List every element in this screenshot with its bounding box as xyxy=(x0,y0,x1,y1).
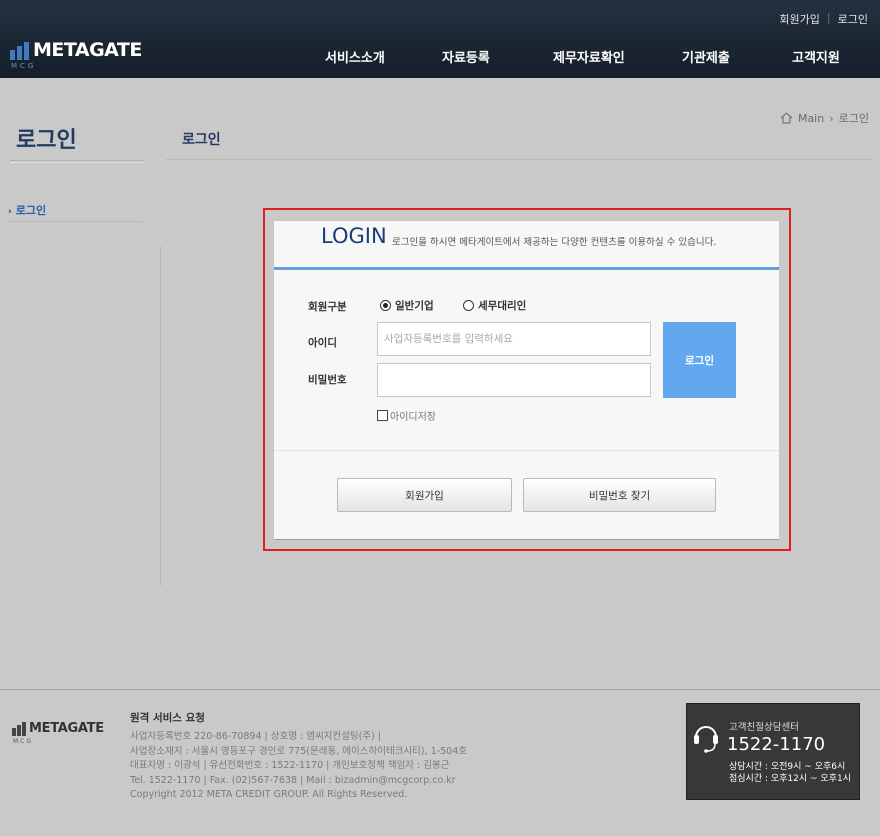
footer-logo-text: METAGATE xyxy=(29,721,104,736)
login-link[interactable]: 로그인 xyxy=(838,11,868,27)
login-button[interactable]: 로그인 xyxy=(663,322,736,398)
radio-checked-icon xyxy=(380,300,391,311)
nav-item-customer-support[interactable]: 고객지원 xyxy=(792,47,840,66)
logo-text: METAGATE xyxy=(33,39,142,61)
company-info-line: 사업장소재지 : 서울시 영등포구 경인로 775(문래동, 에이스하이테크시티… xyxy=(130,745,467,757)
nav-item-agency-submission[interactable]: 기관제출 xyxy=(682,47,730,66)
signup-button[interactable]: 회원가입 xyxy=(337,478,512,512)
chevron-right-icon: › xyxy=(829,111,834,125)
member-type-general-radio[interactable]: 일반기업 xyxy=(380,298,434,313)
nav-item-financial-data-check[interactable]: 제무자료확인 xyxy=(553,47,625,66)
member-type-tax-agent-radio[interactable]: 세무대리인 xyxy=(463,298,526,313)
company-info: 사업자등록번호 220-86-70894 | 상호명 : 엠씨지컨설팅(주) |… xyxy=(130,730,467,803)
copyright: Copyright 2012 META CREDIT GROUP. All Ri… xyxy=(130,789,408,800)
footer-divider xyxy=(0,689,880,690)
chevron-right-icon: › xyxy=(8,207,12,217)
login-panel: LOGIN 로그인을 하시면 메타게이트에서 제공하는 다양한 컨텐츠를 이용하… xyxy=(274,221,779,539)
login-title: LOGIN xyxy=(321,224,387,248)
logo-bars-icon xyxy=(10,42,29,60)
signup-link[interactable]: 회원가입 xyxy=(779,11,819,27)
radio-unchecked-icon xyxy=(463,300,474,311)
footer-logo-subtext: MCG xyxy=(13,738,34,745)
cs-center-phone: 1522-1170 xyxy=(727,734,826,755)
company-info-line: Tel. 1522-1170 | Fax. (02)567-7638 | Mai… xyxy=(130,774,456,786)
customer-service-box: 고객친절상담센터 1522-1170 상담시간 : 오전9시 ~ 오후6시 점심… xyxy=(686,703,860,800)
logo-subtext: MCG xyxy=(11,62,37,70)
footer-logo-bars-icon xyxy=(12,722,26,736)
password-label: 비밀번호 xyxy=(308,374,347,386)
remember-id-checkbox[interactable]: 아이디저장 xyxy=(377,408,436,423)
company-info-line: 대표자명 : 이광석 | 유선전화번호 : 1522-1170 | 개인보호정책… xyxy=(130,760,450,771)
member-type-general-label: 일반기업 xyxy=(395,300,434,312)
id-label: 아이디 xyxy=(308,337,337,349)
login-header: LOGIN 로그인을 하시면 메타게이트에서 제공하는 다양한 컨텐츠를 이용하… xyxy=(274,221,779,270)
headset-icon xyxy=(694,726,718,753)
cs-center-title: 고객친절상담센터 xyxy=(729,722,799,733)
top-links-separator: | xyxy=(826,11,831,24)
footer-logo: METAGATE MCG xyxy=(12,721,104,745)
sidebar-item-login[interactable]: › 로그인 xyxy=(8,202,46,218)
company-info-line: 사업자등록번호 220-86-70894 | 상호명 : 엠씨지컨설팅(주) | xyxy=(130,731,382,742)
nav-item-data-registration[interactable]: 자료등록 xyxy=(442,47,490,66)
remote-service-request-link[interactable]: 원격 서비스 요청 xyxy=(130,710,205,725)
cs-lunch-hours: 점심시간 : 오후12시 ~ 오후1시 xyxy=(729,774,851,784)
home-icon[interactable] xyxy=(780,112,793,124)
page-title: 로그인 xyxy=(182,132,221,148)
sidebar-vertical-divider xyxy=(160,246,161,586)
top-links: 회원가입 | 로그인 xyxy=(779,11,868,27)
sidebar-title: 로그인 xyxy=(16,128,77,153)
main-nav: 서비스소개 자료등록 제무자료확인 기관제출 고객지원 xyxy=(300,47,880,67)
breadcrumb-main[interactable]: Main xyxy=(798,112,824,125)
id-input[interactable] xyxy=(377,322,651,356)
checkbox-icon xyxy=(377,410,388,421)
site-logo[interactable]: METAGATE MCG xyxy=(10,39,142,70)
breadcrumb-current: 로그인 xyxy=(838,112,869,125)
password-input[interactable] xyxy=(377,363,651,397)
find-password-button[interactable]: 비밀번호 찾기 xyxy=(523,478,716,512)
page-title-divider xyxy=(166,159,872,160)
sidebar-item-label: 로그인 xyxy=(15,204,47,217)
login-description: 로그인을 하시면 메타게이트에서 제공하는 다양한 컨텐츠를 이용하실 수 있습… xyxy=(392,237,717,248)
login-bottom-border xyxy=(274,539,779,540)
site-header: 회원가입 | 로그인 METAGATE MCG 서비스소개 자료등록 제무자료확… xyxy=(0,0,880,78)
sidebar-item-divider xyxy=(8,221,142,222)
sidebar-title-divider xyxy=(10,160,144,163)
breadcrumb: Main › 로그인 xyxy=(780,110,869,126)
member-type-label: 회원구분 xyxy=(308,301,347,313)
remember-id-label: 아이디저장 xyxy=(390,412,436,423)
member-type-tax-agent-label: 세무대리인 xyxy=(478,300,527,312)
nav-item-service-intro[interactable]: 서비스소개 xyxy=(325,47,385,66)
